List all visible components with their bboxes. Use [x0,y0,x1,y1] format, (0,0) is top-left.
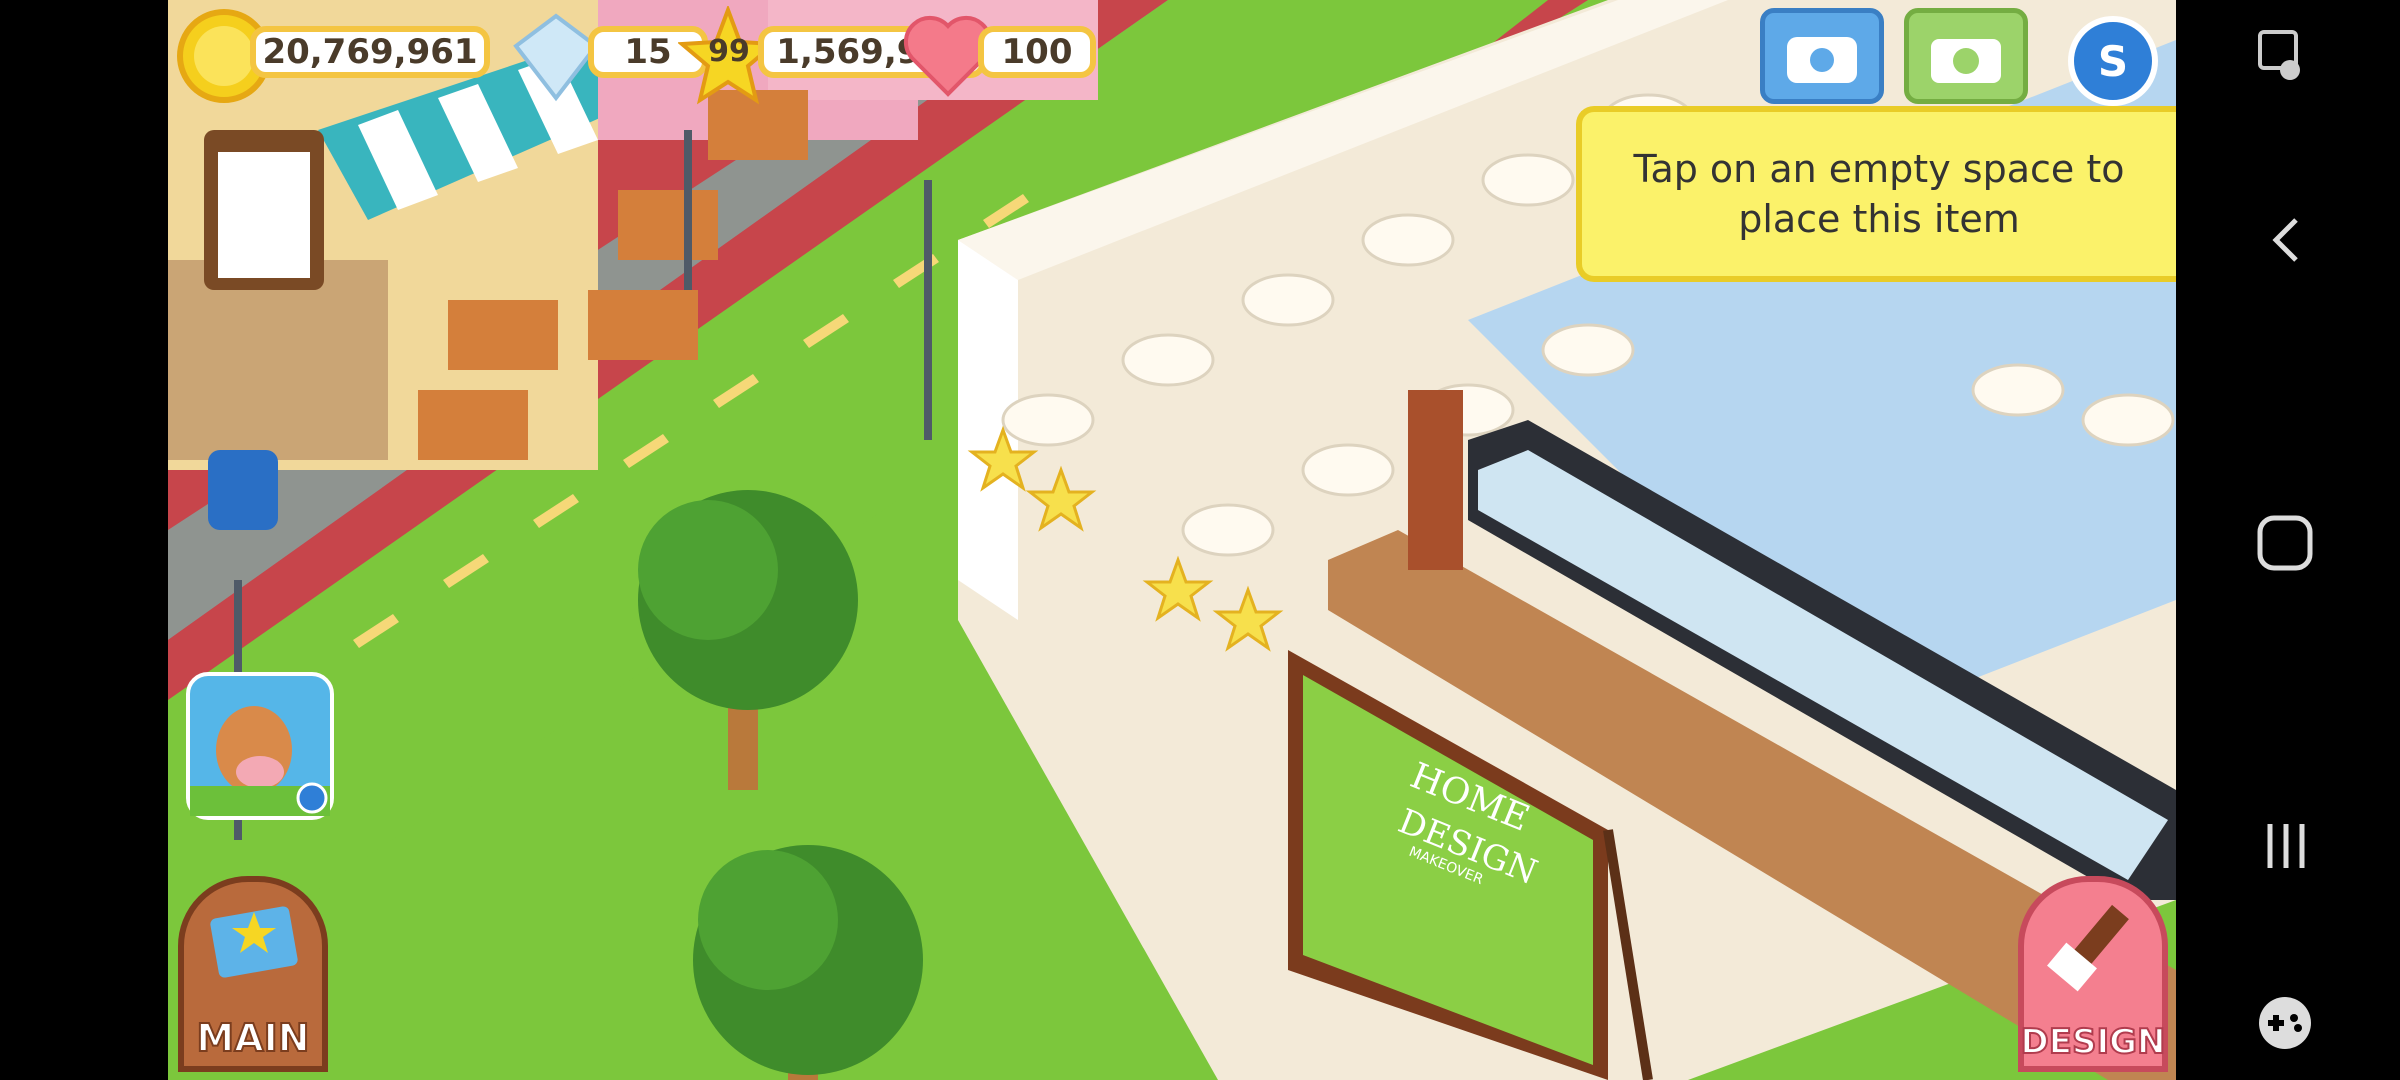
mailbox [208,450,278,530]
main-button-label: MAIN [195,1015,310,1061]
wooden-post [1408,390,1463,570]
game-tools-icon[interactable] [2252,990,2318,1056]
design-button-label: DESIGN [2020,1021,2167,1063]
book-star-icon [210,906,298,978]
clipboard-icon [218,152,310,278]
camera-icon [1931,39,2001,83]
paintbrush-icon [2047,904,2129,992]
clipboard-button[interactable] [204,130,324,290]
svg-text:S: S [2098,37,2128,86]
shop-s-icon: S [2098,37,2128,86]
shop-s-button[interactable]: S [2068,16,2158,106]
cow-icon [190,706,330,816]
placement-hint: Tap on an empty space to place this item [1576,106,2176,282]
phone-button[interactable] [1760,8,1884,104]
camera-button[interactable] [1904,8,2028,104]
screenshot-icon[interactable] [2236,24,2326,94]
android-navigation-bar [2176,0,2400,1080]
farm-game-promo-button[interactable] [186,672,334,820]
hearts-counter: 100 [978,26,1096,78]
game-viewport[interactable]: HOME DESIGN MAKEOVER 20,769,961 15 99 1,… [168,0,2176,1080]
phone-icon [1787,37,1857,83]
coins-counter: 20,769,961 [250,26,490,78]
back-icon[interactable] [2256,210,2316,270]
home-icon[interactable] [2252,510,2318,576]
recents-icon[interactable] [2256,816,2316,876]
level-number: 99 [708,34,750,69]
